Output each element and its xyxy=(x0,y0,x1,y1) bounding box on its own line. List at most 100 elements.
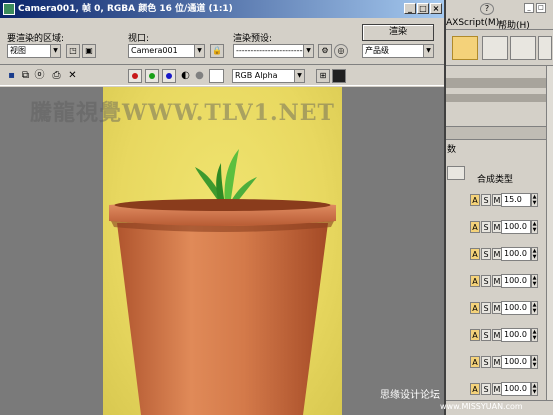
site-watermark: www.MISSYUAN.com xyxy=(440,402,523,411)
channel-dropdown[interactable]: RGB Alpha xyxy=(232,69,294,83)
row-a-button[interactable]: A xyxy=(470,383,480,395)
row-value[interactable]: 100.0 xyxy=(501,274,531,288)
row-s-button[interactable]: S xyxy=(481,248,491,260)
row-spinner[interactable]: ▲ ▼ xyxy=(531,193,538,207)
row-a-button[interactable]: A xyxy=(470,356,480,368)
row-s-button[interactable]: S xyxy=(481,275,491,287)
row-spinner[interactable]: ▲ ▼ xyxy=(531,301,538,315)
frame-buffer-icon[interactable] xyxy=(332,69,346,83)
material-editor-icon[interactable] xyxy=(452,36,478,60)
viewport-label: 视口: xyxy=(128,34,150,44)
lock-icon[interactable]: 🔒 xyxy=(210,44,224,58)
environment-icon[interactable]: ◎ xyxy=(334,44,348,58)
render-button[interactable]: 渲染 xyxy=(362,24,434,41)
material-row-2: A S M 100.0 ▲ ▼ xyxy=(446,219,546,237)
close-button[interactable]: × xyxy=(430,3,442,14)
green-channel-button[interactable] xyxy=(145,69,159,83)
row-a-button[interactable]: A xyxy=(470,329,480,341)
render-setup-icon[interactable] xyxy=(482,36,508,60)
params-rollout[interactable] xyxy=(443,126,547,140)
viewport-dropdown[interactable]: Camera001 xyxy=(128,44,194,58)
row-value[interactable]: 100.0 xyxy=(501,247,531,261)
row-value[interactable]: 15.0 xyxy=(501,193,531,207)
row-s-button[interactable]: S xyxy=(481,383,491,395)
row-a-button[interactable]: A xyxy=(470,221,480,233)
forum-watermark: 思缘设计论坛 xyxy=(380,390,440,401)
chevron-down-icon[interactable]: ▼ xyxy=(423,44,434,58)
params-tab-label: 数 xyxy=(447,145,457,155)
clear-icon[interactable]: ✕ xyxy=(66,69,79,82)
red-channel-button[interactable] xyxy=(128,69,142,83)
edit-region-icon[interactable]: ◳ xyxy=(66,44,80,58)
color-swatch[interactable] xyxy=(209,69,224,83)
panel-scrollbar[interactable] xyxy=(546,66,553,415)
minimize-icon[interactable]: _ xyxy=(524,3,534,13)
row-s-button[interactable]: S xyxy=(481,329,491,341)
render-setup-icon[interactable]: ⚙ xyxy=(318,44,332,58)
help-icon[interactable]: ? xyxy=(480,3,494,15)
rendered-image xyxy=(103,87,342,415)
clone-icon[interactable]: ⓞ xyxy=(33,69,46,82)
preset-dropdown[interactable]: -------------------------- xyxy=(233,44,303,58)
quick-render-icon[interactable] xyxy=(538,36,552,60)
background-menubar: AXScript(M) 帮助(H) ? _ □ xyxy=(440,0,553,31)
print-icon[interactable]: ⎙ xyxy=(50,69,63,82)
material-row-4: A S M 100.0 ▲ ▼ xyxy=(446,273,546,291)
material-row-3: A S M 100.0 ▲ ▼ xyxy=(446,246,546,264)
panel-header xyxy=(443,78,548,88)
row-value[interactable]: 100.0 xyxy=(501,301,531,315)
row-spinner[interactable]: ▲ ▼ xyxy=(531,247,538,261)
area-dropdown[interactable]: 视图 xyxy=(7,44,50,58)
chevron-down-icon[interactable]: ▼ xyxy=(294,69,305,83)
preset-label: 渲染预设: xyxy=(233,34,273,44)
material-row-7: A S M 100.0 ▲ ▼ xyxy=(446,354,546,372)
maximize-button[interactable]: □ xyxy=(417,3,429,14)
row-spinner[interactable]: ▲ ▼ xyxy=(531,382,538,396)
image-toolbar: ▪ ⧉ ⓞ ⎙ ✕ ◐ ● RGB Alpha ▼ ⊞ xyxy=(0,64,444,86)
chevron-down-icon[interactable]: ▼ xyxy=(50,44,61,58)
material-row-8: A S M 100.0 ▲ ▼ xyxy=(446,381,546,399)
row-spinner[interactable]: ▲ ▼ xyxy=(531,328,538,342)
save-icon[interactable]: ▪ xyxy=(5,69,18,82)
chevron-down-icon[interactable]: ▼ xyxy=(303,44,314,58)
row-a-button[interactable]: A xyxy=(470,275,480,287)
row-a-button[interactable]: A xyxy=(470,302,480,314)
panel-header-2 xyxy=(443,94,548,102)
title-bar[interactable]: Camera001, 帧 0, RGBA 颜色 16 位/通道 (1:1) _ … xyxy=(0,0,444,18)
row-a-button[interactable]: A xyxy=(470,248,480,260)
copy-icon[interactable]: ⧉ xyxy=(19,69,32,82)
alpha-channel-icon[interactable]: ◐ xyxy=(179,69,192,82)
pot-opening xyxy=(114,199,331,211)
restore-icon[interactable]: □ xyxy=(536,3,546,13)
menu-maxscript[interactable]: AXScript(M) xyxy=(446,18,499,28)
render-frame-icon[interactable] xyxy=(510,36,536,60)
auto-region-icon[interactable]: ▣ xyxy=(82,44,96,58)
row-s-button[interactable]: S xyxy=(481,194,491,206)
row-spinner[interactable]: ▲ ▼ xyxy=(531,274,538,288)
minimize-button[interactable]: _ xyxy=(404,3,416,14)
row-value[interactable]: 100.0 xyxy=(501,328,531,342)
area-label: 要渲染的区域: xyxy=(7,34,65,44)
display-toggle-icon[interactable]: ⊞ xyxy=(316,69,330,83)
mono-icon[interactable]: ● xyxy=(193,69,206,82)
row-value[interactable]: 100.0 xyxy=(501,355,531,369)
row-value[interactable]: 100.0 xyxy=(501,220,531,234)
composite-type-label: 合成类型 xyxy=(477,175,514,185)
render-frame-window: Camera001, 帧 0, RGBA 颜色 16 位/通道 (1:1) _ … xyxy=(0,0,446,415)
row-value[interactable]: 100.0 xyxy=(501,382,531,396)
row-s-button[interactable]: S xyxy=(481,221,491,233)
row-a-button[interactable]: A xyxy=(470,194,480,206)
row-spinner[interactable]: ▲ ▼ xyxy=(531,355,538,369)
blue-channel-button[interactable] xyxy=(162,69,176,83)
row-spinner[interactable]: ▲ ▼ xyxy=(531,220,538,234)
image-viewport: 騰龍視覺WWW.TLV1.NET xyxy=(0,87,444,415)
swatch-button[interactable] xyxy=(447,166,465,180)
row-s-button[interactable]: S xyxy=(481,356,491,368)
chevron-down-icon[interactable]: ▼ xyxy=(194,44,205,58)
pot-body xyxy=(117,223,328,415)
material-row-5: A S M 100.0 ▲ ▼ xyxy=(446,300,546,318)
row-s-button[interactable]: S xyxy=(481,302,491,314)
app-icon xyxy=(3,3,15,15)
production-dropdown[interactable]: 产品级 xyxy=(362,44,423,58)
watermark-text: 騰龍視覺WWW.TLV1.NET xyxy=(30,100,335,126)
